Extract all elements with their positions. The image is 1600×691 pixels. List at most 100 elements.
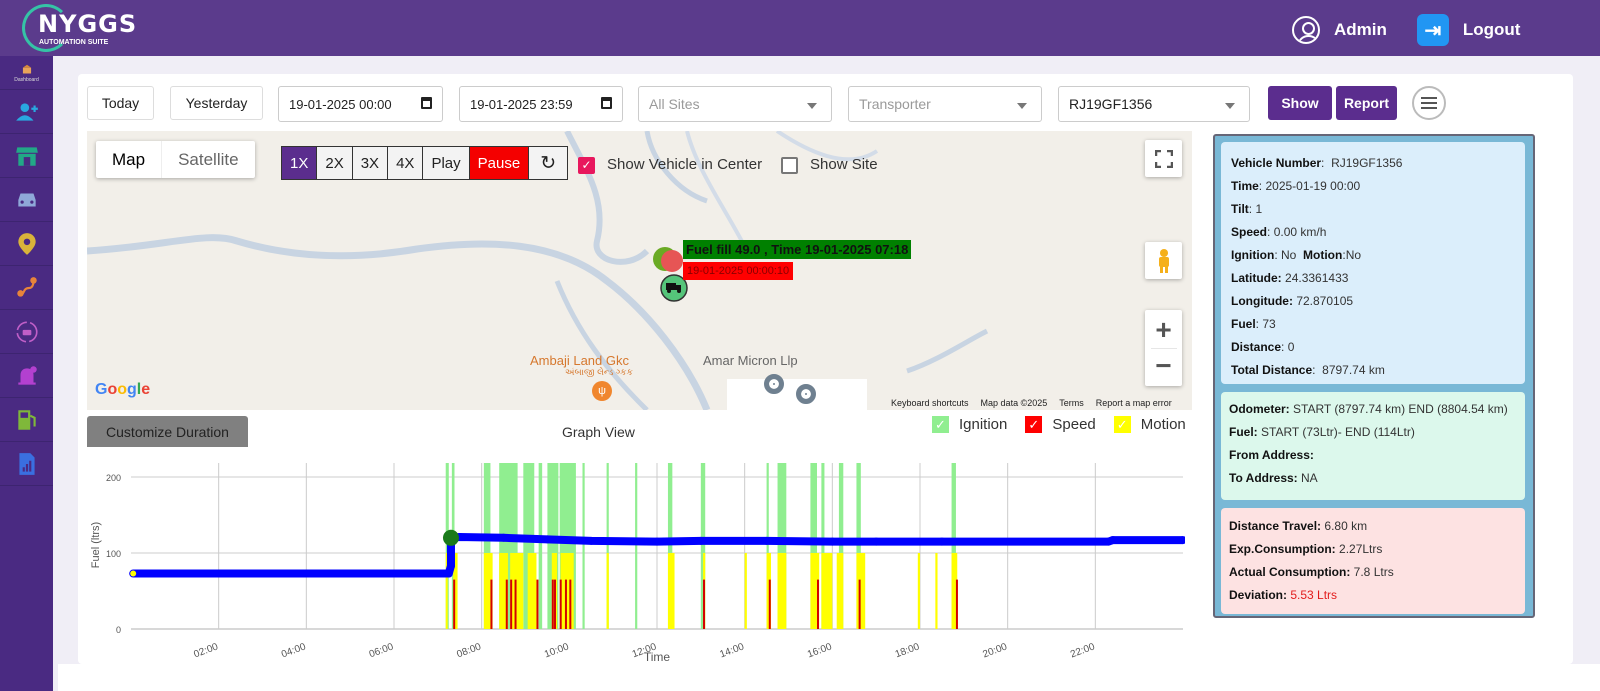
y-tick-label: 200 <box>106 473 121 483</box>
map-data-text: Map data ©2025 <box>980 398 1048 408</box>
logo-title: NYGGS <box>38 10 138 38</box>
speed-1x-button[interactable]: 1X <box>282 147 318 179</box>
chart-bands <box>445 463 958 629</box>
calendar-icon[interactable] <box>601 97 612 109</box>
restaurant-pin-icon[interactable]: ψ <box>592 381 612 401</box>
sidebar-item-locations[interactable] <box>0 222 53 266</box>
map-type-map[interactable]: Map <box>96 141 161 178</box>
dashboard-icon <box>22 64 31 73</box>
yesterday-button[interactable]: Yesterday <box>170 86 263 120</box>
fuel-value: 73 <box>1262 317 1276 331</box>
x-axis-label: Time <box>644 650 671 664</box>
motion-band <box>667 553 675 629</box>
tilt-label: Tilt <box>1231 202 1249 216</box>
fuel-fill-event-marker <box>442 529 459 546</box>
calendar-icon[interactable] <box>421 97 432 109</box>
x-tick-label: 22:00 <box>1069 641 1097 660</box>
sites-select[interactable]: All Sites <box>638 86 832 122</box>
ignition-value: No <box>1281 248 1297 262</box>
user-name[interactable]: Admin <box>1334 20 1387 40</box>
sidebar-item-sites[interactable] <box>0 134 53 178</box>
vehicle-sync-icon <box>15 320 38 343</box>
sidebar-item-routes[interactable] <box>0 266 53 310</box>
total-distance-value: 8797.74 km <box>1322 363 1385 377</box>
place-pin-icon[interactable] <box>796 384 816 404</box>
speed-legend-checkbox[interactable]: ✓ <box>1025 416 1043 433</box>
sidebar-item-trips[interactable] <box>0 310 53 354</box>
motion-band <box>917 553 920 629</box>
report-button[interactable]: Report <box>1336 86 1397 120</box>
map-view[interactable]: Map Satellite 1X 2X 3X 4X Play Pause ↻ ✓… <box>87 131 1192 410</box>
street-view-pegman-icon[interactable] <box>1145 242 1182 279</box>
logout-button[interactable]: Logout <box>1463 20 1521 40</box>
from-datetime-input[interactable]: 19-01-2025 00:00 <box>278 86 443 122</box>
sidebar-item-fuel[interactable] <box>0 398 53 442</box>
sidebar-label-dashboard: Dashboard <box>14 76 39 83</box>
actual-consumption-label: Actual Consumption: <box>1229 565 1351 579</box>
speed-spike <box>768 579 771 629</box>
fuel-point <box>587 536 596 545</box>
poi-ambaji-land[interactable]: Ambaji Land Gkc <box>530 353 629 368</box>
nyggs-logo[interactable]: NYGGS AUTOMATION SUITE <box>22 4 136 54</box>
show-vehicle-center-checkbox[interactable]: ✓ <box>578 157 595 174</box>
speed-3x-button[interactable]: 3X <box>352 147 389 179</box>
sidebar-item-vehicles[interactable] <box>0 178 53 222</box>
place-pin-icon[interactable] <box>764 374 784 394</box>
y-tick-label: 0 <box>116 625 121 635</box>
logout-icon[interactable]: ⇥ <box>1416 14 1449 46</box>
map-type-satellite[interactable]: Satellite <box>161 141 254 178</box>
show-button[interactable]: Show <box>1268 86 1332 120</box>
sidebar-item-dashboard[interactable]: Dashboard <box>0 56 53 90</box>
keyboard-shortcuts-link[interactable]: Keyboard shortcuts <box>891 398 969 408</box>
distance-travel-label: Distance Travel: <box>1229 519 1322 533</box>
zoom-out-button[interactable]: − <box>1155 349 1171 386</box>
fuel-chart[interactable]: 010020002:00 04:00 06:00 08:00 10:00 12:00 14:… <box>85 455 1185 665</box>
speed-spike <box>553 579 556 629</box>
exp-consumption-label: Exp.Consumption: <box>1229 542 1336 556</box>
y-axis-label: Fuel (ltrs) <box>90 522 102 568</box>
sidebar-item-alerts[interactable] <box>0 354 53 398</box>
show-site-label: Show Site <box>810 156 878 173</box>
speed-spike <box>569 579 572 629</box>
play-button[interactable]: Play <box>423 147 470 179</box>
sidebar-item-users[interactable] <box>0 90 53 134</box>
motion-band <box>560 553 574 629</box>
speed-2x-button[interactable]: 2X <box>317 147 353 179</box>
marker-time-label: 19-01-2025 00:00:10 <box>683 262 794 280</box>
ignition-band <box>635 463 638 629</box>
sidebar-item-reports[interactable] <box>0 442 53 486</box>
transporter-select[interactable]: Transporter <box>848 86 1042 122</box>
user-avatar-icon[interactable] <box>1292 16 1320 44</box>
fuel-fill-label: Fuel fill 49.0 , Time 19-01-2025 07:18 <box>683 240 912 259</box>
fullscreen-icon[interactable] <box>1145 140 1182 177</box>
start-marker[interactable] <box>661 250 683 272</box>
report-map-error-link[interactable]: Report a map error <box>1096 398 1172 408</box>
to-datetime-input[interactable]: 19-01-2025 23:59 <box>459 86 623 122</box>
poi-amar-micron[interactable]: Amar Micron Llp <box>703 353 798 368</box>
zoom-in-button[interactable]: + <box>1155 311 1171 348</box>
speed-spike <box>703 579 706 629</box>
time-label: Time <box>1231 179 1259 193</box>
customize-duration-button[interactable]: Customize Duration <box>87 416 248 447</box>
latitude-label: Latitude: <box>1231 271 1282 285</box>
pause-button[interactable]: Pause <box>469 147 530 179</box>
chevron-down-icon <box>807 103 817 109</box>
motion-band <box>777 553 787 629</box>
reset-icon[interactable]: ↻ <box>529 147 568 179</box>
hamburger-menu-button[interactable] <box>1412 86 1446 120</box>
speed-4x-button[interactable]: 4X <box>388 147 424 179</box>
terms-link[interactable]: Terms <box>1059 398 1084 408</box>
motion-legend-checkbox[interactable]: ✓ <box>1113 416 1131 433</box>
vehicle-select[interactable]: RJ19GF1356 <box>1058 86 1250 122</box>
motion-band <box>856 553 866 629</box>
x-tick-label: 08:00 <box>455 641 483 660</box>
vehicle-info-panel: Vehicle Number: RJ19GF1356 Time: 2025-01… <box>1213 134 1535 618</box>
zoom-control: + − <box>1145 310 1182 386</box>
ignition-legend-checkbox[interactable]: ✓ <box>932 416 949 433</box>
google-logo: Google <box>95 381 151 398</box>
fuel-pump-icon <box>17 409 36 430</box>
today-button[interactable]: Today <box>87 86 154 120</box>
poi-ambaji-land-local: અંબાજી લેન્ડ ગ્કક <box>565 367 633 377</box>
trip-fuel-label: Fuel: <box>1229 425 1258 439</box>
show-site-checkbox[interactable] <box>781 157 798 174</box>
